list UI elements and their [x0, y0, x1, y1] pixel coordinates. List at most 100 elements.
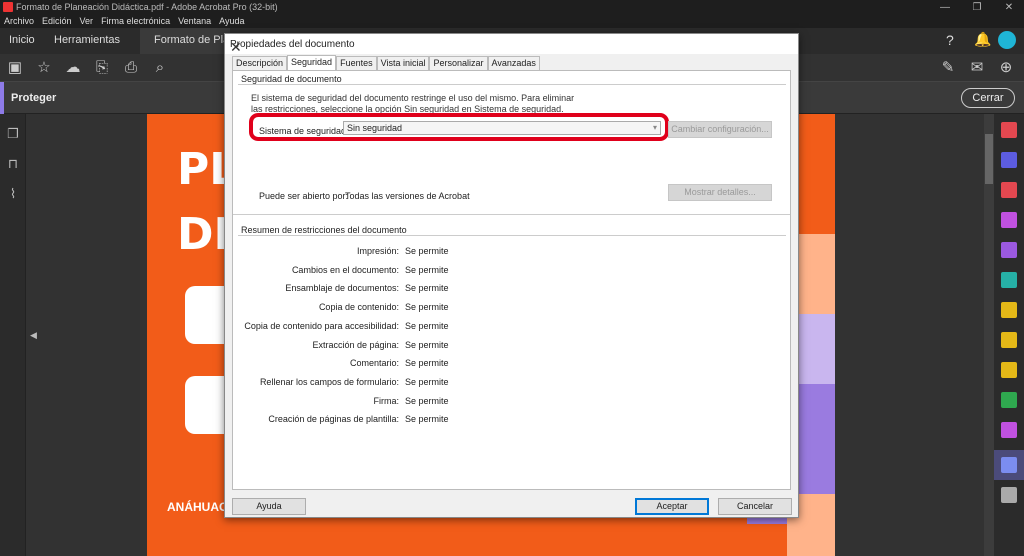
restriction-label: Rellenar los campos de formulario: — [259, 376, 399, 387]
restriction-label: Cambios en el documento: — [291, 264, 399, 275]
attachment-icon[interactable]: ⌇ — [5, 186, 21, 202]
chevron-down-icon: ▾ — [652, 123, 657, 132]
accept-button[interactable]: Aceptar — [635, 498, 709, 515]
create-pdf-icon[interactable] — [1001, 152, 1017, 168]
open-by-value: Todas las versiones de Acrobat — [345, 191, 470, 201]
acrobat-file-icon — [3, 2, 13, 12]
menu-firma[interactable]: Firma electrónica — [101, 16, 170, 26]
dialog-titlebar: Propiedades del documento ✕ — [225, 34, 798, 56]
minimize-button[interactable]: — — [930, 0, 960, 14]
restriction-value: Se permite — [405, 339, 449, 350]
tab-fuentes[interactable]: Fuentes — [336, 56, 377, 70]
change-settings-button[interactable]: Cambiar configuración... — [668, 121, 772, 138]
prepare-form-icon[interactable] — [1001, 422, 1017, 438]
restriction-value: Se permite — [405, 264, 449, 275]
security-system-label: Sistema de seguridad: — [259, 126, 349, 136]
security-system-select[interactable]: Sin seguridad ▾ — [343, 121, 661, 135]
help-button[interactable]: Ayuda — [232, 498, 306, 515]
export-pdf-icon[interactable] — [1001, 122, 1017, 138]
save-icon[interactable]: ▣ — [5, 58, 25, 78]
bookmark-icon[interactable]: ⊓ — [5, 156, 21, 172]
restriction-label: Comentario: — [349, 358, 399, 369]
restriction-value: Se permite — [405, 320, 449, 331]
dialog-title: Propiedades del documento — [230, 39, 355, 50]
panel-divider — [233, 214, 790, 215]
window-title: Formato de Planeación Didáctica.pdf - Ad… — [16, 2, 278, 12]
close-window-button[interactable]: ✕ — [994, 0, 1024, 14]
restriction-value: Se permite — [405, 302, 449, 313]
section-divider — [238, 235, 786, 236]
restriction-label: Copia de contenido para accesibilidad: — [244, 320, 399, 331]
star-icon[interactable]: ☆ — [34, 58, 54, 78]
document-scrollbar[interactable] — [984, 114, 994, 556]
avatar[interactable] — [998, 31, 1016, 49]
tab-personalizar[interactable]: Personalizar — [429, 56, 488, 70]
tab-descripcion[interactable]: Descripción — [232, 56, 288, 70]
organize-pages-icon[interactable] — [1001, 212, 1017, 228]
restriction-label: Impresión: — [356, 246, 399, 256]
restriction-value: Se permite — [405, 376, 449, 387]
restriction-label: Firma: — [373, 395, 400, 406]
zoom-search-icon[interactable]: ⌕ — [150, 58, 170, 78]
security-tab-panel: Seguridad de documento El sistema de seg… — [232, 70, 791, 490]
window-titlebar: Formato de Planeación Didáctica.pdf - Ad… — [0, 0, 1024, 14]
document-properties-dialog: Propiedades del documento ✕ Descripción … — [224, 33, 799, 518]
security-section-title: Seguridad de documento — [241, 74, 342, 84]
protect-accent — [0, 82, 4, 114]
protect-label: Proteger — [11, 92, 57, 104]
restrictions-title: Resumen de restricciones del documento — [241, 225, 407, 235]
print-icon[interactable]: ⎙ — [121, 58, 141, 78]
help-icon[interactable]: ? — [946, 32, 954, 48]
show-details-button[interactable]: Mostrar detalles... — [668, 184, 772, 201]
collapse-left-panel-icon[interactable]: ◀ — [30, 330, 37, 341]
dialog-tabs: Descripción Seguridad Fuentes Vista inic… — [232, 55, 540, 70]
tab-home[interactable]: Inicio — [9, 34, 35, 46]
tab-seguridad[interactable]: Seguridad — [287, 55, 337, 70]
menu-ver[interactable]: Ver — [80, 16, 94, 26]
restriction-value: Se permite — [405, 283, 449, 294]
fill-sign-icon[interactable] — [1001, 242, 1017, 258]
section-divider — [238, 84, 786, 85]
restriction-label: Extracción de página: — [312, 339, 399, 350]
restore-button[interactable]: ❐ — [962, 0, 992, 14]
scan-ocr-icon[interactable] — [1001, 302, 1017, 318]
restriction-label: Creación de páginas de plantilla: — [268, 414, 399, 425]
edit-pdf-icon[interactable] — [1001, 182, 1017, 198]
open-by-label: Puede ser abierto por: — [259, 191, 349, 201]
document-search-icon[interactable]: ⎘ — [92, 58, 112, 78]
security-message: El sistema de seguridad del documento re… — [251, 93, 575, 114]
print-production-icon[interactable] — [1001, 392, 1017, 408]
restriction-value: Se permite — [405, 246, 449, 256]
share-user-icon[interactable]: ⊕ — [996, 58, 1016, 78]
restriction-label: Ensamblaje de documentos: — [285, 283, 399, 294]
upload-cloud-icon[interactable]: ☁ — [63, 58, 83, 78]
send-review-icon[interactable] — [1001, 272, 1017, 288]
menu-ayuda[interactable]: Ayuda — [219, 16, 244, 26]
restriction-value: Se permite — [405, 395, 449, 406]
tab-avanzadas[interactable]: Avanzadas — [487, 56, 540, 70]
more-tools-icon[interactable] — [1001, 487, 1017, 503]
close-icon[interactable]: ✕ — [230, 39, 242, 56]
tab-vista-inicial[interactable]: Vista inicial — [376, 56, 430, 70]
menu-ventana[interactable]: Ventana — [178, 16, 211, 26]
sign-icon[interactable]: ✎ — [938, 58, 958, 78]
left-navigation-panel: ❐ ⊓ ⌇ — [0, 114, 26, 556]
pages-icon[interactable]: ❐ — [5, 126, 21, 142]
right-tools-panel — [994, 114, 1024, 556]
pdf-heading-2: DI — [177, 209, 230, 260]
menu-edicion[interactable]: Edición — [42, 16, 72, 26]
stamp-icon[interactable] — [1001, 332, 1017, 348]
shield-icon[interactable] — [1001, 457, 1017, 473]
scrollbar-thumb[interactable] — [985, 134, 993, 184]
security-system-value: Sin seguridad — [347, 123, 403, 133]
tab-tools[interactable]: Herramientas — [54, 34, 120, 46]
comment-icon[interactable] — [1001, 362, 1017, 378]
bell-icon[interactable]: 🔔 — [974, 31, 991, 48]
mail-icon[interactable]: ✉ — [967, 58, 987, 78]
close-protect-button[interactable]: Cerrar — [961, 88, 1015, 108]
restriction-value: Se permite — [405, 358, 449, 369]
restriction-label: Copia de contenido: — [318, 302, 399, 313]
pdf-brand: ANÁHUAC — [167, 500, 228, 514]
cancel-button[interactable]: Cancelar — [718, 498, 792, 515]
menu-archivo[interactable]: Archivo — [4, 16, 34, 26]
